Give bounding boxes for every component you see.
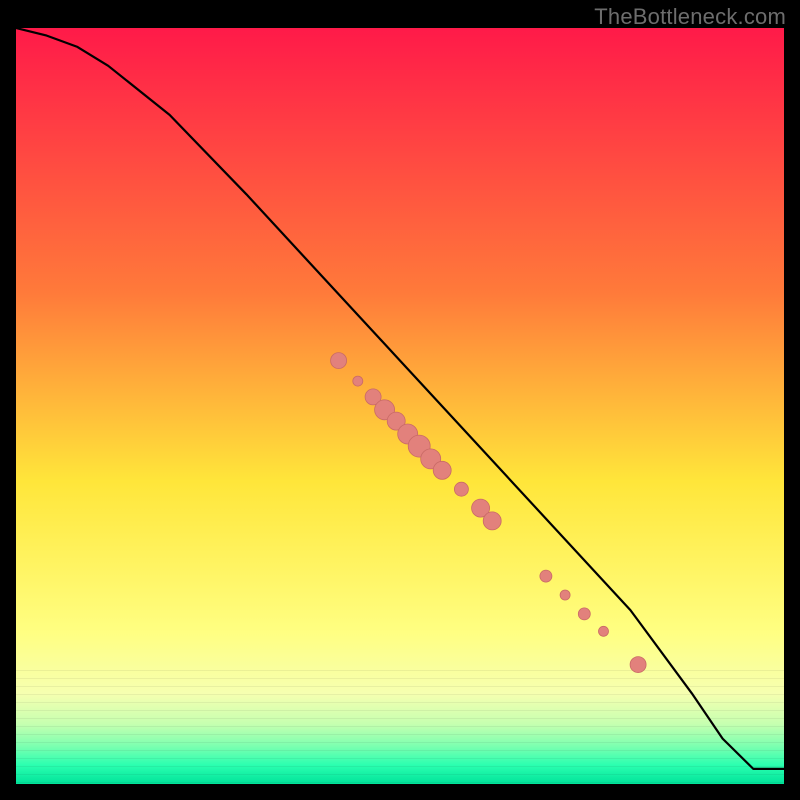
markers-group bbox=[331, 353, 646, 673]
data-marker bbox=[331, 353, 347, 369]
data-marker bbox=[353, 376, 363, 386]
data-marker bbox=[578, 608, 590, 620]
data-marker bbox=[540, 570, 552, 582]
bottleneck-curve-path bbox=[16, 28, 784, 769]
curve-layer bbox=[16, 28, 784, 784]
plot-area bbox=[16, 28, 784, 784]
data-marker bbox=[454, 482, 468, 496]
data-marker bbox=[560, 590, 570, 600]
watermark-text: TheBottleneck.com bbox=[594, 4, 786, 30]
data-marker bbox=[433, 461, 451, 479]
data-marker bbox=[599, 626, 609, 636]
data-marker bbox=[630, 657, 646, 673]
chart-stage: TheBottleneck.com bbox=[0, 0, 800, 800]
data-marker bbox=[483, 512, 501, 530]
